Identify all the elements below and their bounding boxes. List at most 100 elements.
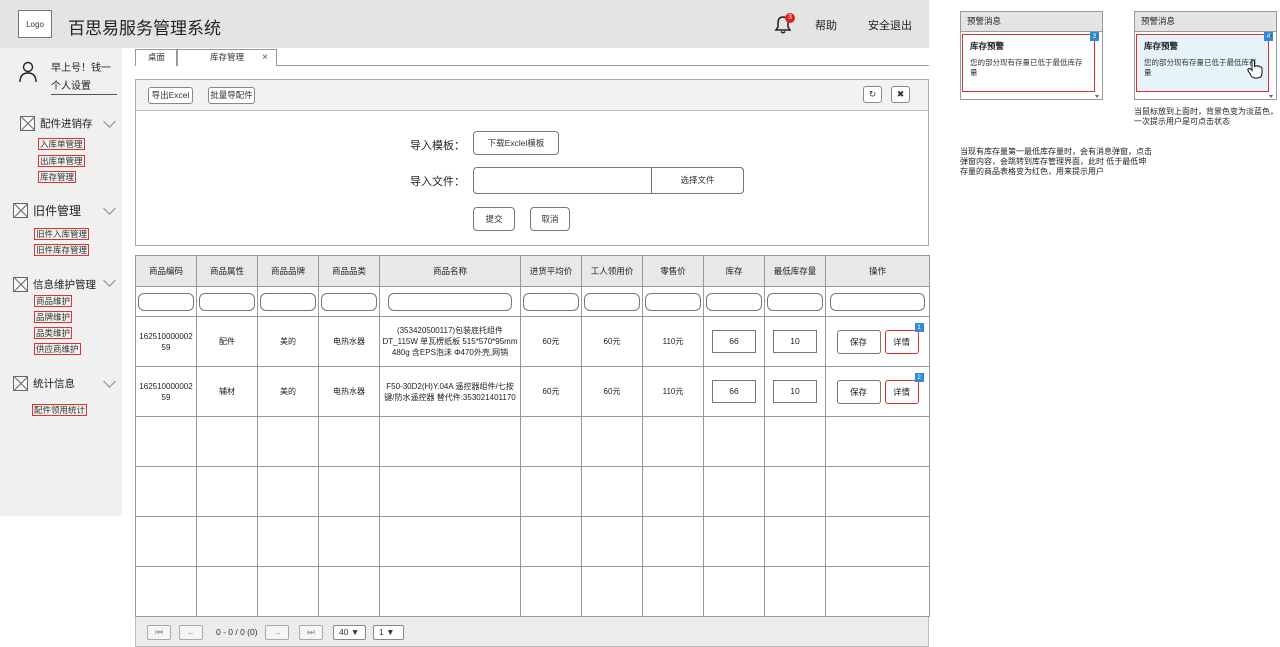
hover-annotation: 当鼠标放到上面时，背景色变为淡蓝色，一次提示用户是可点击状态: [1134, 107, 1278, 126]
close-icon[interactable]: ×: [262, 50, 268, 65]
worker-price: 60元: [581, 316, 643, 367]
menu-group-parts-inventory[interactable]: 配件进销存: [20, 116, 93, 131]
chevron-down-icon[interactable]: [103, 375, 116, 388]
avg-purchase-price: 60元: [520, 366, 582, 417]
import-panel: 导出Excel 批量导配件 ↻ ✖ 导入模板： 下载Exclel模板 导入文件：…: [135, 79, 929, 246]
prev-page-icon[interactable]: ←: [179, 625, 203, 640]
column-header[interactable]: 操作: [825, 255, 930, 287]
detail-button[interactable]: 详情 2: [884, 372, 924, 404]
table-header-row: 商品编码 商品属性 商品品牌 商品品类 商品名称 进货平均价 工人领用价 零售价…: [135, 255, 930, 287]
stock-input[interactable]: 66: [712, 380, 756, 403]
column-header[interactable]: 最低库存量: [764, 255, 826, 287]
import-toolbar: 导出Excel 批量导配件 ↻ ✖: [136, 80, 928, 111]
avg-purchase-price: 60元: [520, 316, 582, 367]
sidebar-item-stock-management[interactable]: 库存管理: [38, 171, 77, 183]
sidebar-item-parts-usage-stats[interactable]: 配件领用统计: [32, 404, 88, 416]
product-name: F50-30D2(H)Y.04A 遥控器组件/七按键/防水遥控器 替代件:353…: [379, 366, 521, 417]
detail-button[interactable]: 详情 1: [884, 322, 924, 354]
close-icon[interactable]: ✖: [891, 86, 910, 103]
filter-input[interactable]: [767, 292, 823, 311]
tab-bar: 桌面 库存管理 ×: [135, 49, 929, 66]
warning-popup-default[interactable]: 预警消息 库存预警 您的部分现有存量已低于最低库存量 3: [960, 11, 1103, 100]
menu-group-label: 旧件管理: [33, 204, 82, 218]
chevron-down-icon[interactable]: [103, 115, 116, 128]
popup-title: 库存预警: [970, 41, 1005, 51]
chevron-down-icon[interactable]: [103, 202, 116, 215]
filter-input[interactable]: [584, 292, 640, 311]
user-icon: [19, 61, 37, 83]
filter-input[interactable]: [523, 292, 579, 311]
menu-group-statistics[interactable]: 统计信息: [13, 376, 75, 391]
column-header[interactable]: 商品品类: [318, 255, 380, 287]
menu-group-old-parts[interactable]: 旧件管理: [13, 202, 81, 219]
sidebar-item-brand-maintenance[interactable]: 品牌维护: [34, 311, 73, 323]
popup-body[interactable]: 库存预警 您的部分现有存量已低于最低库存量 3: [962, 32, 1099, 92]
filter-input[interactable]: [706, 292, 762, 311]
chevron-down-icon[interactable]: [103, 274, 116, 287]
file-input[interactable]: 选择文件: [473, 167, 744, 194]
submit-button[interactable]: 提交: [473, 207, 515, 231]
table-row: [135, 566, 930, 617]
last-page-icon[interactable]: ⏭: [299, 625, 323, 640]
cancel-button[interactable]: 取消: [530, 207, 570, 231]
annotation-marker: 2: [914, 372, 924, 382]
page-number-select[interactable]: 1 ▼: [373, 625, 404, 640]
filter-input[interactable]: [388, 292, 512, 311]
column-header[interactable]: 商品编码: [135, 255, 197, 287]
save-button[interactable]: 保存: [836, 379, 881, 404]
sidebar-item-category-maintenance[interactable]: 品类维护: [34, 327, 73, 339]
template-label: 导入模板：: [410, 140, 465, 152]
column-header[interactable]: 库存: [703, 255, 765, 287]
file-label: 导入文件：: [410, 176, 465, 188]
stock-input[interactable]: 66: [712, 330, 756, 353]
column-header[interactable]: 零售价: [642, 255, 704, 287]
column-header[interactable]: 工人领用价: [581, 255, 643, 287]
pagination-bar: ⏮ ← 0 - 0 / 0 (0) → ⏭ 40 ▼ 1 ▼: [135, 617, 929, 647]
warning-popup-hover[interactable]: 预警消息 库存预警 您的部分现有存量已低于最低库存量 4: [1134, 11, 1277, 100]
menu-group-info-maintenance[interactable]: 信息维护管理: [13, 277, 96, 292]
refresh-icon[interactable]: ↻: [863, 86, 882, 103]
choose-file-button[interactable]: 选择文件: [651, 167, 744, 194]
system-title: 百思易服务管理系统: [68, 19, 221, 38]
sidebar-item-product-maintenance[interactable]: 商品维护: [34, 295, 73, 307]
export-excel-button[interactable]: 导出Excel: [148, 87, 193, 104]
personal-settings-link[interactable]: 个人设置: [51, 77, 117, 95]
column-header[interactable]: 进货平均价: [520, 255, 582, 287]
min-stock-input[interactable]: 10: [773, 330, 817, 353]
trigger-annotation: 当现有库存量第一最低库存量时，会有消息弹窗，点击弹窗内容，会跳转到库存管理界面，…: [960, 147, 1152, 176]
tab-desktop[interactable]: 桌面: [135, 49, 177, 66]
product-attr: 辅材: [196, 366, 258, 417]
popup-body[interactable]: 库存预警 您的部分现有存量已低于最低库存量 4: [1136, 32, 1273, 92]
download-template-button[interactable]: 下载Exclel模板: [473, 131, 559, 155]
next-page-icon[interactable]: →: [265, 625, 289, 640]
filter-input[interactable]: [260, 292, 316, 311]
sidebar-item-inbound-orders[interactable]: 入库单管理: [38, 138, 85, 150]
sidebar-item-outbound-orders[interactable]: 出库单管理: [38, 155, 85, 167]
filter-input[interactable]: [321, 292, 377, 311]
product-brand: 美的: [257, 366, 319, 417]
logout-link[interactable]: 安全退出: [868, 17, 912, 33]
min-stock-input[interactable]: 10: [773, 380, 817, 403]
column-header[interactable]: 商品名称: [379, 255, 521, 287]
column-header[interactable]: 商品品牌: [257, 255, 319, 287]
scrollbar[interactable]: [1094, 34, 1100, 98]
column-header[interactable]: 商品属性: [196, 255, 258, 287]
sidebar-item-old-parts-stock[interactable]: 旧件库存管理: [34, 244, 90, 256]
filter-input[interactable]: [138, 292, 194, 311]
save-button[interactable]: 保存: [836, 329, 881, 354]
sidebar: 早上号！钱一 个人设置 配件进销存 入库单管理 出库单管理 库存管理 旧件管理 …: [0, 48, 122, 516]
help-link[interactable]: 帮助: [815, 17, 837, 33]
first-page-icon[interactable]: ⏮: [147, 625, 171, 640]
filter-input[interactable]: [830, 292, 925, 311]
filter-input[interactable]: [645, 292, 701, 311]
filter-input[interactable]: [199, 292, 255, 311]
batch-import-button[interactable]: 批量导配件: [208, 87, 255, 104]
greeting: 早上号！钱一: [51, 63, 111, 74]
scrollbar[interactable]: [1268, 34, 1274, 98]
tab-stock-management[interactable]: 库存管理 ×: [177, 49, 277, 66]
menu-group-label: 配件进销存: [40, 118, 93, 130]
sidebar-item-old-parts-inbound[interactable]: 旧件入库管理: [34, 228, 90, 240]
sidebar-item-supplier-maintenance[interactable]: 供应商维护: [34, 343, 81, 355]
page-size-select[interactable]: 40 ▼: [333, 625, 366, 640]
page-info: 0 - 0 / 0 (0): [216, 627, 258, 637]
